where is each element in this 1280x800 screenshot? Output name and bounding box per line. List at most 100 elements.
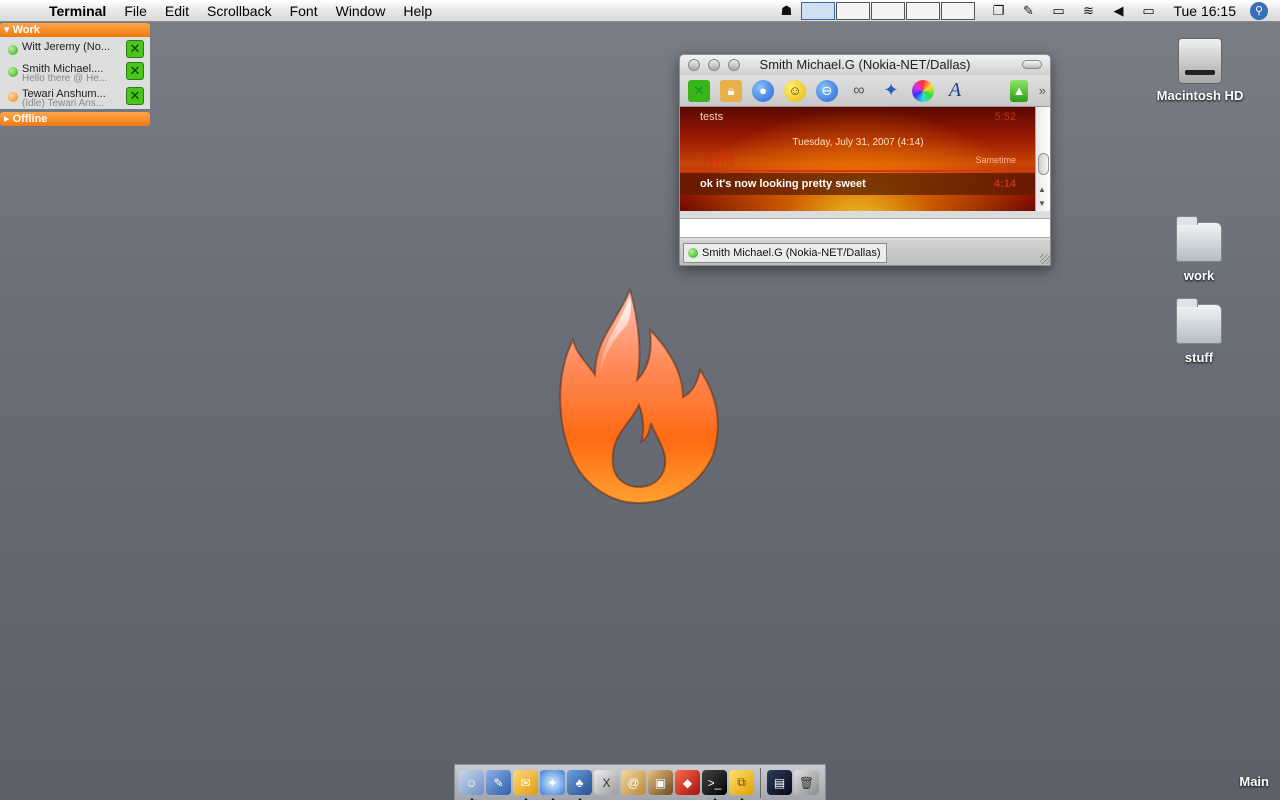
group-offline-header[interactable]: ▸ Offline bbox=[0, 112, 150, 126]
vmware-icon[interactable]: ⧉ bbox=[729, 770, 754, 800]
x11-icon[interactable]: X bbox=[594, 770, 619, 795]
flashget-icon[interactable]: ◆ bbox=[675, 770, 700, 795]
hard-drive-icon bbox=[1178, 38, 1222, 84]
date-header: Tuesday, July 31, 2007 (4:14) bbox=[792, 137, 924, 148]
menu-font[interactable]: Font bbox=[281, 0, 327, 22]
menu-window[interactable]: Window bbox=[327, 0, 395, 22]
message-row: tests 5:52 bbox=[680, 111, 1036, 123]
folder-work[interactable]: work bbox=[1159, 216, 1239, 283]
menu-app-name[interactable]: Terminal bbox=[40, 0, 115, 22]
gnome-menu-icon[interactable]: ☗ bbox=[775, 2, 797, 20]
message-scrollbar[interactable]: ▲ ▼ bbox=[1035, 107, 1050, 211]
space-2[interactable] bbox=[836, 2, 871, 20]
safari-icon[interactable]: ✦ bbox=[540, 770, 565, 800]
terminal-icon[interactable]: >_ bbox=[702, 770, 727, 800]
chat-tab-bar: Smith Michael.G (Nokia-NET/Dallas) bbox=[680, 240, 1050, 265]
group-work-label: Work bbox=[12, 24, 40, 36]
window-icon[interactable]: ❐ bbox=[987, 2, 1009, 20]
desktop-icon-label: stuff bbox=[1184, 350, 1214, 365]
message-text: ok it's now looking pretty sweet bbox=[700, 178, 866, 190]
chat-tab[interactable]: Smith Michael.G (Nokia-NET/Dallas) bbox=[683, 243, 888, 263]
message-time: 4:14 bbox=[993, 178, 1016, 190]
scroll-thumb[interactable] bbox=[1038, 153, 1049, 175]
toolbar-toggle-button[interactable] bbox=[1022, 60, 1042, 69]
menu-extras: ☗ ❐ ✎ ▭ ≋ ◀ ▭ Tue 16:15 ⚲ bbox=[771, 0, 1280, 22]
display-icon[interactable]: ▭ bbox=[1047, 2, 1069, 20]
sametime-status-icon[interactable]: ✕ bbox=[688, 79, 710, 102]
resize-grip-icon[interactable] bbox=[1040, 254, 1050, 264]
space-4[interactable] bbox=[906, 2, 941, 20]
menu-file[interactable]: File bbox=[115, 0, 156, 22]
space-3[interactable] bbox=[871, 2, 906, 20]
link-icon[interactable]: ∞ bbox=[848, 80, 870, 102]
chat-tab-label: Smith Michael.G (Nokia-NET/Dallas) bbox=[702, 247, 881, 259]
adium-icon[interactable]: ♣ bbox=[567, 770, 592, 800]
close-button[interactable] bbox=[688, 59, 700, 71]
folder-icon bbox=[1176, 216, 1222, 262]
font-icon[interactable]: A bbox=[944, 79, 966, 102]
space-1[interactable] bbox=[801, 2, 836, 20]
message-view[interactable]: tests 5:52 Tuesday, July 31, 2007 (4:14)… bbox=[680, 107, 1036, 211]
block-icon[interactable]: ⊖ bbox=[816, 79, 838, 102]
group-work-header[interactable]: ▾ Work bbox=[0, 23, 150, 37]
iphoto-icon[interactable]: ▣ bbox=[648, 770, 673, 795]
lock-icon[interactable]: 🔒︎ bbox=[720, 79, 742, 102]
chat-toolbar: ✕ 🔒︎ ● ☺ ⊖ ∞ ✦ A ▲ » bbox=[680, 75, 1050, 107]
macintosh-hd-icon[interactable]: Macintosh HD bbox=[1150, 38, 1250, 103]
mail-icon[interactable]: ✉ bbox=[513, 770, 538, 800]
divider bbox=[680, 170, 1036, 172]
trash-icon[interactable]: 🗑︎ bbox=[794, 770, 819, 795]
spotlight-icon[interactable]: ⚲ bbox=[1250, 2, 1268, 20]
message-time: 5:52 bbox=[994, 111, 1016, 123]
preview-icon[interactable]: ✎ bbox=[486, 770, 511, 795]
chat-window: Smith Michael.G (Nokia-NET/Dallas) ✕ 🔒︎ … bbox=[679, 54, 1051, 266]
buddy-list: ▾ Work Witt Jeremy (No... ✕ Smith Michae… bbox=[0, 23, 150, 126]
folder-stuff[interactable]: stuff bbox=[1159, 298, 1239, 365]
space-name-label: Main bbox=[1239, 774, 1269, 789]
buddy-item[interactable]: Witt Jeremy (No... ✕ bbox=[0, 37, 150, 59]
chat-bubble-icon[interactable]: ● bbox=[752, 79, 774, 102]
finder-icon[interactable]: ☺ bbox=[459, 770, 484, 800]
status-online-icon bbox=[8, 67, 18, 77]
desktop-icon-label: Macintosh HD bbox=[1156, 88, 1244, 103]
buddy-item[interactable]: Tewari Anshum... (Idle) Tewari Ans... ✕ bbox=[0, 84, 150, 109]
buddy-item[interactable]: Smith Michael.... Hello there @ He... ✕ bbox=[0, 59, 150, 84]
dock-separator bbox=[760, 767, 761, 798]
menu-scrollback[interactable]: Scrollback bbox=[198, 0, 281, 22]
scroll-up-icon[interactable]: ▲ bbox=[1038, 185, 1046, 194]
sametime-icon: ✕ bbox=[126, 40, 144, 58]
compass-icon[interactable]: ✦ bbox=[880, 80, 902, 102]
color-picker-icon[interactable] bbox=[912, 79, 934, 102]
chat-titlebar[interactable]: Smith Michael.G (Nokia-NET/Dallas) bbox=[680, 55, 1050, 75]
status-icon[interactable]: ✎ bbox=[1017, 2, 1039, 20]
menu-help[interactable]: Help bbox=[394, 0, 441, 22]
sametime-icon: ✕ bbox=[126, 62, 144, 80]
zoom-button[interactable] bbox=[728, 59, 740, 71]
dock: ☺ ✎ ✉ ✦ ♣ X @ ▣ ◆ >_ ⧉ ▤ 🗑︎ bbox=[454, 764, 826, 800]
spaces-switcher[interactable] bbox=[801, 2, 976, 20]
desktop-icon-label: work bbox=[1183, 268, 1215, 283]
volume-icon[interactable]: ◀ bbox=[1107, 2, 1129, 20]
message-row: ok it's now looking pretty sweet 4:14 bbox=[680, 173, 1036, 195]
buddy-status-message: (Idle) Tewari Ans... bbox=[22, 98, 105, 109]
battery-icon[interactable]: ▭ bbox=[1137, 2, 1159, 20]
menu-bar: Terminal File Edit Scrollback Font Windo… bbox=[0, 0, 1280, 22]
status-online-icon bbox=[688, 248, 698, 258]
send-file-icon[interactable]: ▲ bbox=[1010, 79, 1028, 102]
flame-wallpaper-logo bbox=[559, 286, 719, 505]
minimized-window-icon[interactable]: ▤ bbox=[767, 770, 792, 795]
group-offline-label: Offline bbox=[12, 113, 48, 125]
message-text: tests bbox=[700, 111, 724, 123]
buddy-status-message: Hello there @ He... bbox=[22, 73, 108, 84]
space-5[interactable] bbox=[941, 2, 976, 20]
menu-edit[interactable]: Edit bbox=[156, 0, 198, 22]
wifi-icon[interactable]: ≋ bbox=[1077, 2, 1099, 20]
address-book-icon[interactable]: @ bbox=[621, 770, 646, 795]
more-tools-icon[interactable]: » bbox=[1039, 83, 1046, 98]
minimize-button[interactable] bbox=[708, 59, 720, 71]
message-input[interactable] bbox=[680, 218, 1050, 238]
clock[interactable]: Tue 16:15 bbox=[1173, 3, 1236, 19]
smiley-icon[interactable]: ☺ bbox=[784, 79, 806, 102]
service-label: Sametime bbox=[975, 155, 1016, 165]
scroll-down-icon[interactable]: ▼ bbox=[1038, 199, 1046, 208]
